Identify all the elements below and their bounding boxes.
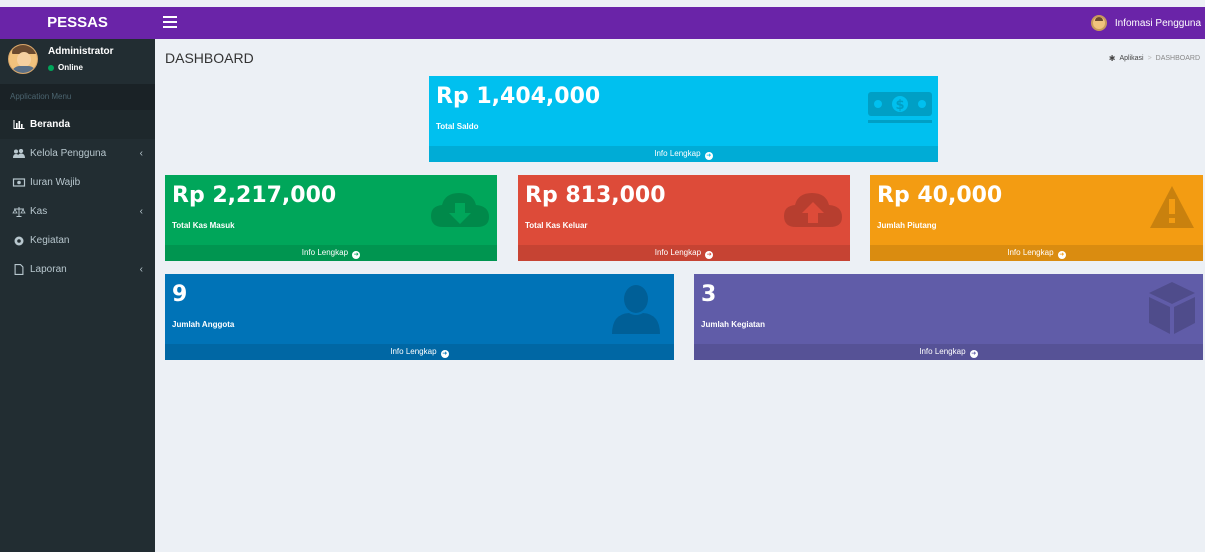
svg-text:$: $ <box>895 98 904 113</box>
box-value: Rp 1,404,000 <box>436 84 601 109</box>
total-kas-keluar-box: Rp 813,000 Total Kas Keluar Info Lengkap… <box>518 175 850 261</box>
warning-icon <box>1150 186 1194 228</box>
user-icon <box>612 285 660 334</box>
breadcrumb-separator: > <box>1147 55 1152 62</box>
box-value: 9 <box>172 282 188 307</box>
box-value: Rp 2,217,000 <box>172 183 337 208</box>
box-label: Total Saldo <box>436 122 479 131</box>
total-kas-masuk-box: Rp 2,217,000 Total Kas Masuk Info Lengka… <box>165 175 497 261</box>
chevron-left-icon: ‹ <box>139 264 143 275</box>
user-menu-label: Infomasi Pengguna <box>1114 17 1201 29</box>
chevron-left-icon: ‹ <box>139 148 143 159</box>
bar-chart-icon <box>13 120 25 129</box>
breadcrumb: ✱ Aplikasi > DASHBOARD <box>1109 54 1200 63</box>
breadcrumb-item: DASHBOARD <box>1155 55 1200 62</box>
box-value: Rp 813,000 <box>525 183 666 208</box>
jumlah-kegiatan-box: 3 Jumlah Kegiatan Info Lengkap ➜ <box>694 274 1203 360</box>
user-menu[interactable]: Infomasi Pengguna <box>1090 7 1201 39</box>
info-lengkap-link[interactable]: Info Lengkap ➜ <box>518 245 850 261</box>
online-dot-icon <box>48 64 54 71</box>
top-navbar: PESSAS Infomasi Pengguna <box>0 7 1205 39</box>
sidebar-item-label: Laporan <box>30 264 67 275</box>
user-status: Online <box>48 63 83 72</box>
users-icon <box>13 149 25 158</box>
jumlah-piutang-box: Rp 40,000 Jumlah Piutang Info Lengkap ➜ <box>870 175 1203 261</box>
sidebar-item-beranda[interactable]: Beranda <box>0 110 155 139</box>
file-icon <box>14 264 24 275</box>
arrow-circle-right-icon: ➜ <box>352 251 361 259</box>
asterisk-icon: ✱ <box>1108 54 1116 63</box>
sidebar-item-iuran-wajib[interactable]: Iuran Wajib <box>0 168 155 197</box>
box-label: Jumlah Kegiatan <box>701 320 766 329</box>
box-value: 3 <box>701 282 717 307</box>
sidebar-item-laporan[interactable]: Laporan ‹ <box>0 255 155 284</box>
total-saldo-box: Rp 1,404,000 Total Saldo $ Info Lengkap … <box>429 76 938 162</box>
box-label: Total Kas Keluar <box>525 221 588 230</box>
money-bill-icon: $ <box>868 92 932 123</box>
sidebar-item-kelola-pengguna[interactable]: Kelola Pengguna ‹ <box>0 139 155 168</box>
avatar <box>8 44 38 74</box>
arrow-circle-right-icon: ➜ <box>1057 251 1066 259</box>
info-lengkap-link[interactable]: Info Lengkap ➜ <box>429 146 938 162</box>
box-label: Jumlah Piutang <box>877 221 937 230</box>
user-status-label: Online <box>58 63 83 72</box>
sidebar: Administrator Online Application Menu Be… <box>0 39 155 552</box>
jumlah-anggota-box: 9 Jumlah Anggota Info Lengkap ➜ <box>165 274 674 360</box>
arrow-circle-right-icon: ➜ <box>440 350 449 358</box>
user-name: Administrator <box>48 46 114 57</box>
info-lengkap-link[interactable]: Info Lengkap ➜ <box>694 344 1203 360</box>
box-label: Jumlah Anggota <box>172 320 235 329</box>
money-icon <box>12 178 26 187</box>
cloud-download-icon <box>431 193 489 227</box>
info-lengkap-link[interactable]: Info Lengkap ➜ <box>165 344 674 360</box>
arrow-circle-right-icon: ➜ <box>705 251 714 259</box>
arrow-circle-right-icon: ➜ <box>704 152 713 160</box>
info-lengkap-link[interactable]: Info Lengkap ➜ <box>870 245 1203 261</box>
page-title: DASHBOARD <box>165 50 254 66</box>
sidebar-toggle-icon[interactable] <box>163 16 177 30</box>
box-value: Rp 40,000 <box>877 183 1003 208</box>
info-lengkap-link[interactable]: Info Lengkap ➜ <box>165 245 497 261</box>
app-logo[interactable]: PESSAS <box>0 7 155 39</box>
breadcrumb-item[interactable]: Aplikasi <box>1119 55 1143 62</box>
user-avatar-small <box>1090 15 1107 31</box>
sidebar-item-label: Beranda <box>30 119 71 130</box>
sidebar-item-label: Kegiatan <box>30 235 70 246</box>
chrome-icon <box>14 236 24 245</box>
box-label: Total Kas Masuk <box>172 221 235 230</box>
arrow-circle-right-icon: ➜ <box>969 350 978 358</box>
sidebar-item-label: Iuran Wajib <box>30 177 81 188</box>
cloud-upload-icon <box>784 193 842 227</box>
balance-scale-icon <box>12 206 26 217</box>
sidebar-item-label: Kas <box>30 206 48 217</box>
cube-icon <box>1149 282 1195 334</box>
chevron-left-icon: ‹ <box>139 206 143 217</box>
sidebar-item-kegiatan[interactable]: Kegiatan <box>0 226 155 255</box>
sidebar-item-kas[interactable]: Kas ‹ <box>0 197 155 226</box>
sidebar-item-label: Kelola Pengguna <box>30 148 107 159</box>
user-panel: Administrator Online <box>0 39 155 84</box>
menu-header: Application Menu <box>0 84 155 110</box>
